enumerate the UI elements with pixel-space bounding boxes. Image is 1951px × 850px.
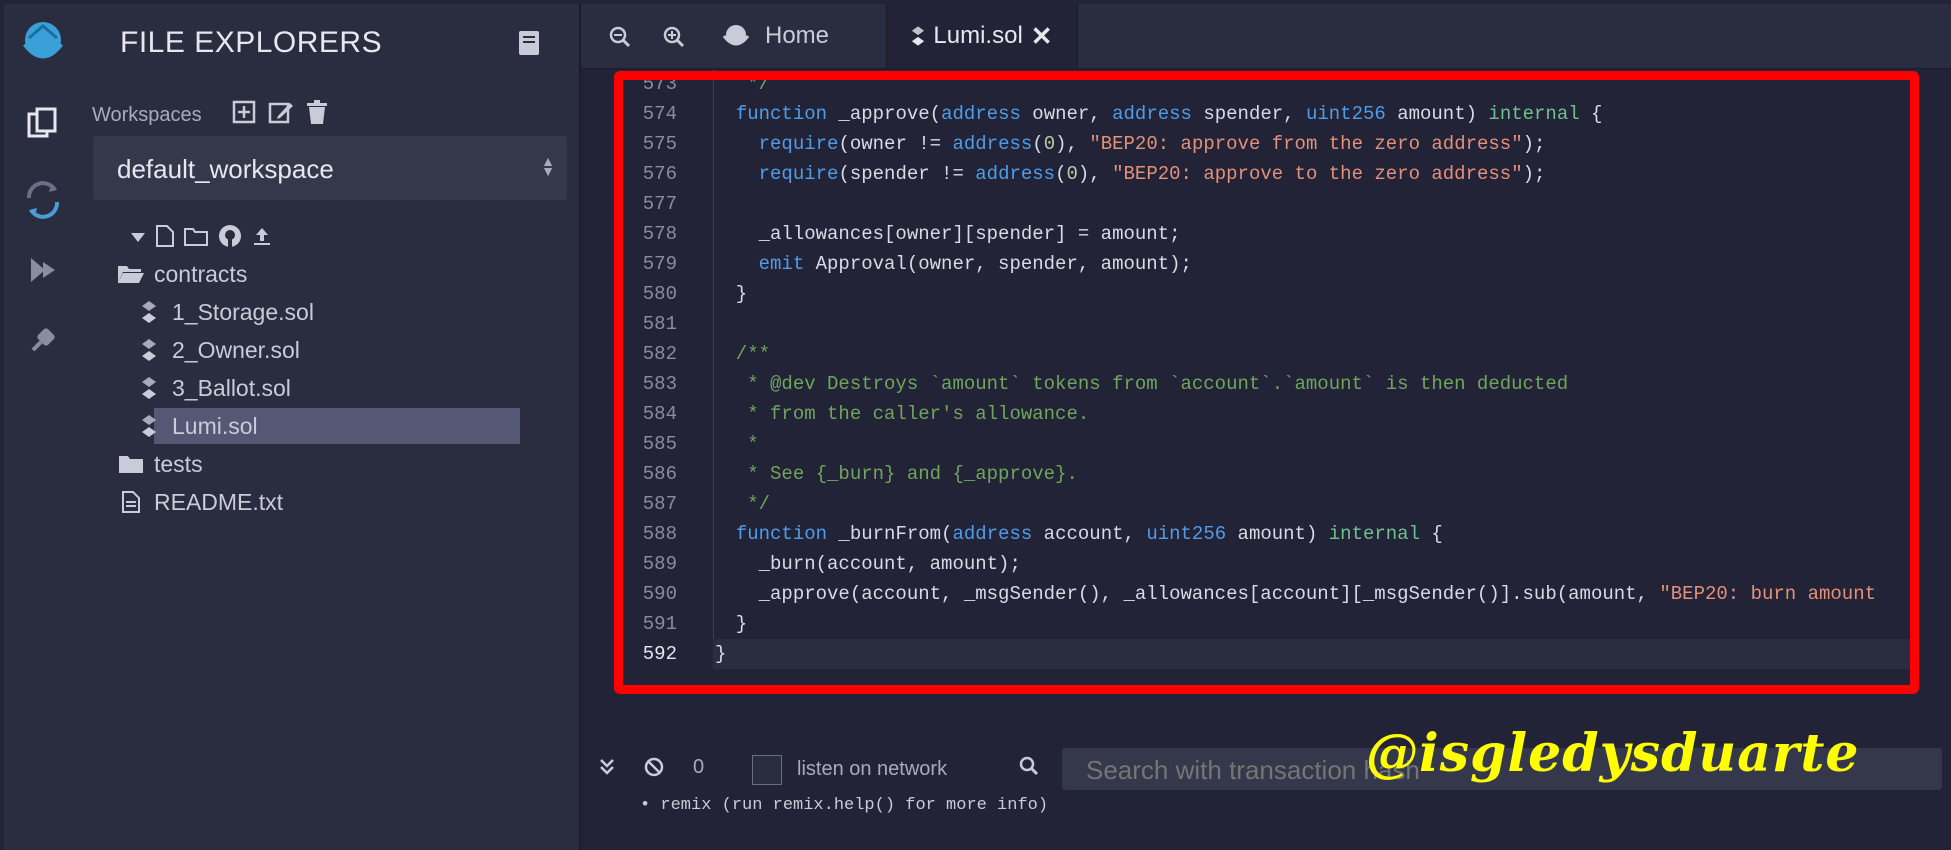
code-line: 589 _burn(account, amount); [642, 553, 1021, 575]
file-icon [116, 491, 146, 513]
tree-file-3-ballot[interactable]: 3_Ballot.sol [134, 370, 291, 406]
clear-console-icon[interactable] [643, 756, 665, 783]
tree-item-label: contracts [154, 260, 248, 287]
code-line: 591 } [642, 613, 748, 635]
editor-tabbar: Home Lumi.sol ✕ [581, 4, 1951, 69]
code-line: 575 require(owner != address(0), "BEP20:… [642, 133, 1546, 155]
icon-rail [4, 4, 83, 850]
tree-folder-contracts[interactable]: contracts [116, 256, 247, 292]
code-line: 577 [642, 193, 677, 215]
zoom-out-icon[interactable] [609, 26, 631, 53]
code-line: 581 [642, 313, 677, 335]
tree-file-1-storage[interactable]: 1_Storage.sol [134, 294, 314, 330]
new-folder-icon[interactable] [184, 226, 208, 251]
code-function-burnfrom: function _burnFrom(address account, uint… [735, 523, 1443, 545]
code-line: 586 * See {_burn} and {_approve}. [642, 463, 1078, 485]
tree-item-label: 3_Ballot.sol [172, 374, 291, 401]
tab-lumi-sol[interactable]: Lumi.sol ✕ [886, 4, 1078, 68]
tree-file-readme[interactable]: README.txt [116, 484, 283, 520]
code-line: 579 emit Approval(owner, spender, amount… [642, 253, 1192, 275]
file-explorer-panel: FILE EXPLORERS Workspaces default_worksp… [82, 4, 581, 850]
tree-file-lumi-selected[interactable]: Lumi.sol [142, 408, 520, 444]
terminal-output-line: • remix (run remix.help() for more info) [640, 796, 1049, 815]
code-line: 588 function _burnFrom(address account, … [581, 519, 1951, 549]
tree-item-label: 2_Owner.sol [172, 336, 300, 363]
solidity-icon [911, 25, 925, 47]
plugin-icon[interactable] [4, 322, 82, 358]
solidity-icon [134, 414, 164, 438]
remix-logo-icon [721, 22, 751, 50]
code-line: 584 * from the caller's allowance. [642, 403, 1090, 425]
delete-workspace-icon[interactable] [306, 100, 328, 129]
code-line: 580 } [642, 283, 748, 305]
solidity-icon [134, 300, 164, 324]
code-line: 587 */ [642, 493, 771, 515]
code-line: 578 _allowances[owner][spender] = amount… [642, 223, 1181, 245]
workspace-select[interactable]: default_workspace ▲ ▼ [93, 136, 567, 200]
remix-logo-icon[interactable] [4, 14, 82, 70]
chevron-double-down-icon[interactable] [599, 758, 615, 781]
code-line: 590 _approve(account, _msgSender(), _all… [642, 583, 1876, 605]
github-icon[interactable] [218, 224, 242, 253]
code-line: 585 * [642, 433, 759, 455]
tree-toolbar [130, 224, 272, 253]
search-icon [1019, 756, 1039, 781]
tree-item-label: README.txt [154, 488, 284, 515]
tab-label: Lumi.sol [933, 22, 1023, 49]
tree-item-label: 1_Storage.sol [172, 298, 314, 325]
code-line: 582 /** [642, 343, 771, 365]
close-tab-icon[interactable]: ✕ [1031, 21, 1053, 52]
tree-item-label: Lumi.sol [172, 412, 258, 439]
book-icon[interactable] [518, 30, 540, 61]
code-line: 592} [642, 643, 727, 665]
deploy-icon[interactable] [4, 252, 82, 288]
code-editor[interactable]: 573 */ 574 function _approve(address own… [581, 69, 1951, 699]
compiler-icon[interactable] [4, 176, 82, 224]
new-file-icon[interactable] [156, 225, 174, 252]
code-function-approve: function _approve(address owner, address… [735, 103, 1603, 125]
zoom-in-icon[interactable] [663, 26, 685, 53]
tab-label: Home [765, 22, 830, 49]
workspace-actions [232, 100, 328, 129]
workspace-selected-value: default_workspace [117, 154, 334, 184]
code-line: 576 require(spender != address(0), "BEP2… [642, 163, 1546, 185]
solidity-icon [134, 376, 164, 400]
folder-open-icon [116, 264, 146, 284]
code-line: 574 function _approve(address owner, add… [581, 99, 1951, 129]
tree-file-2-owner[interactable]: 2_Owner.sol [134, 332, 300, 368]
horizontal-scrollbar[interactable] [714, 688, 1704, 694]
listen-network-label: listen on network [797, 758, 948, 780]
listen-network-checkbox[interactable] [752, 755, 782, 785]
caret-down-icon[interactable] [130, 230, 146, 248]
tree-item-label: tests [154, 450, 203, 477]
pending-tx-counter: 0 [693, 756, 705, 778]
code-line: 583 * @dev Destroys `amount` tokens from… [642, 373, 1569, 395]
upload-icon[interactable] [252, 226, 272, 251]
panel-title: FILE EXPLORERS [120, 26, 383, 59]
code-line: 573 */ [642, 73, 771, 95]
select-arrows-icon: ▲ ▼ [541, 153, 555, 179]
edit-workspace-icon[interactable] [268, 100, 294, 129]
author-watermark: @isgledysduarte [1366, 723, 1860, 784]
folder-icon [116, 454, 146, 474]
solidity-icon [134, 338, 164, 362]
file-explorer-icon[interactable] [4, 106, 82, 142]
workspaces-label: Workspaces [92, 104, 202, 126]
tree-folder-tests[interactable]: tests [116, 446, 203, 482]
tab-home[interactable]: Home [721, 4, 891, 68]
add-workspace-icon[interactable] [232, 100, 256, 129]
